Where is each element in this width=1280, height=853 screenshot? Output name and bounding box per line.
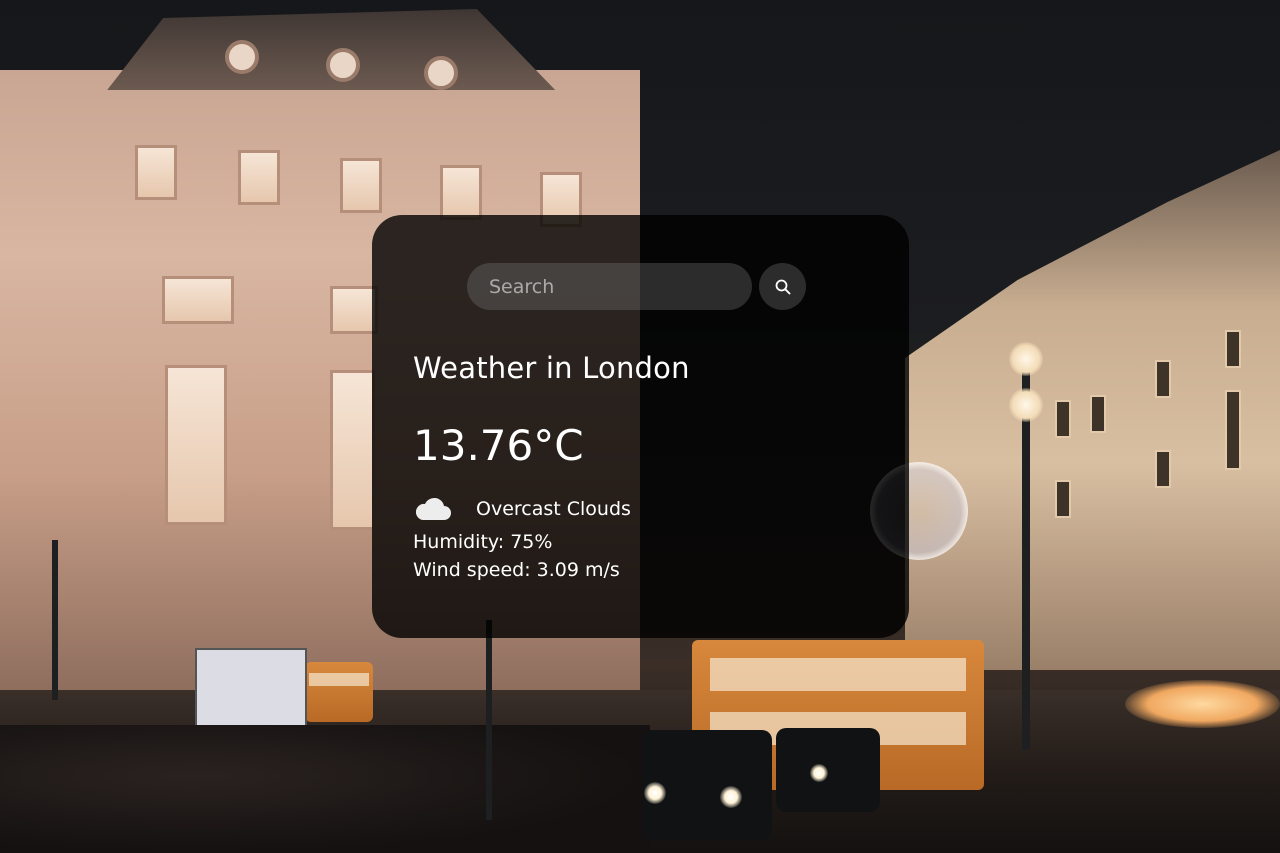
search-icon (774, 278, 792, 296)
clock-decoration (225, 40, 259, 74)
traffic-pole (486, 620, 492, 820)
taxi (776, 728, 880, 812)
clock-decoration (424, 56, 458, 90)
street-lamp-post (1022, 370, 1030, 750)
condition-text: Overcast Clouds (476, 498, 631, 520)
search-bar (467, 263, 868, 310)
headlight (644, 782, 666, 804)
right-building (905, 150, 1280, 670)
street-lamp-light (1009, 388, 1043, 422)
weather-condition: Overcast Clouds (413, 496, 868, 522)
left-building-roof (107, 9, 556, 90)
cloud-icon (413, 496, 453, 522)
blurred-light (1125, 680, 1280, 728)
bus (305, 662, 373, 722)
search-input[interactable] (467, 263, 752, 310)
headlight (720, 786, 742, 808)
humidity-text: Humidity: 75% (413, 531, 553, 553)
temperature: 13.76°C (413, 421, 584, 470)
weather-card: Weather in London 13.76°C Overcast Cloud… (372, 215, 909, 638)
search-button[interactable] (759, 263, 806, 310)
street-lamp-light (1009, 342, 1043, 376)
headlight (810, 764, 828, 782)
billboard (195, 648, 307, 736)
clock-decoration (326, 48, 360, 82)
street-lamp-post (52, 540, 58, 700)
city-title: Weather in London (413, 351, 690, 385)
wind-speed-text: Wind speed: 3.09 m/s (413, 559, 620, 581)
crowd (0, 725, 650, 853)
